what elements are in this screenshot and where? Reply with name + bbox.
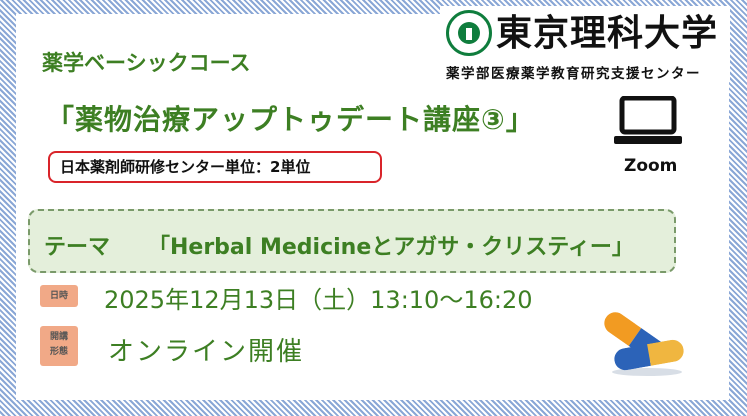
zoom-label: Zoom (624, 156, 678, 176)
university-seal-icon (446, 10, 492, 56)
laptop-icon (614, 96, 682, 144)
lecture-title: 「薬物治療アップトゥデート講座③」 (46, 103, 535, 136)
department-name: 薬学部医療薬学教育研究支援センター (446, 66, 701, 82)
format-badge: 開講 形態 (40, 326, 78, 366)
event-date: 2025年12月13日（土）13:10～16:20 (104, 286, 533, 314)
course-name: 薬学ベーシックコース (42, 51, 251, 75)
university-logo: 東京理科大学 薬学部医療薬学教育研究支援センター (440, 6, 730, 82)
date-badge: 日時 (40, 285, 78, 307)
university-name: 東京理科大学 (496, 13, 719, 54)
theme-label: テーマ (44, 235, 111, 260)
theme-text: 「Herbal Medicineとアガサ・クリスティー」 (148, 235, 634, 260)
credit-box: 日本薬剤師研修センター単位：2単位 (48, 151, 382, 183)
format-badge-line1: 開講 (49, 332, 68, 342)
format-badge-line2: 形態 (49, 347, 68, 357)
flyer-frame: 東京理科大学 薬学部医療薬学教育研究支援センター 薬学ベーシックコース 「薬物治… (0, 0, 747, 416)
event-format: オンライン開催 (108, 337, 305, 367)
